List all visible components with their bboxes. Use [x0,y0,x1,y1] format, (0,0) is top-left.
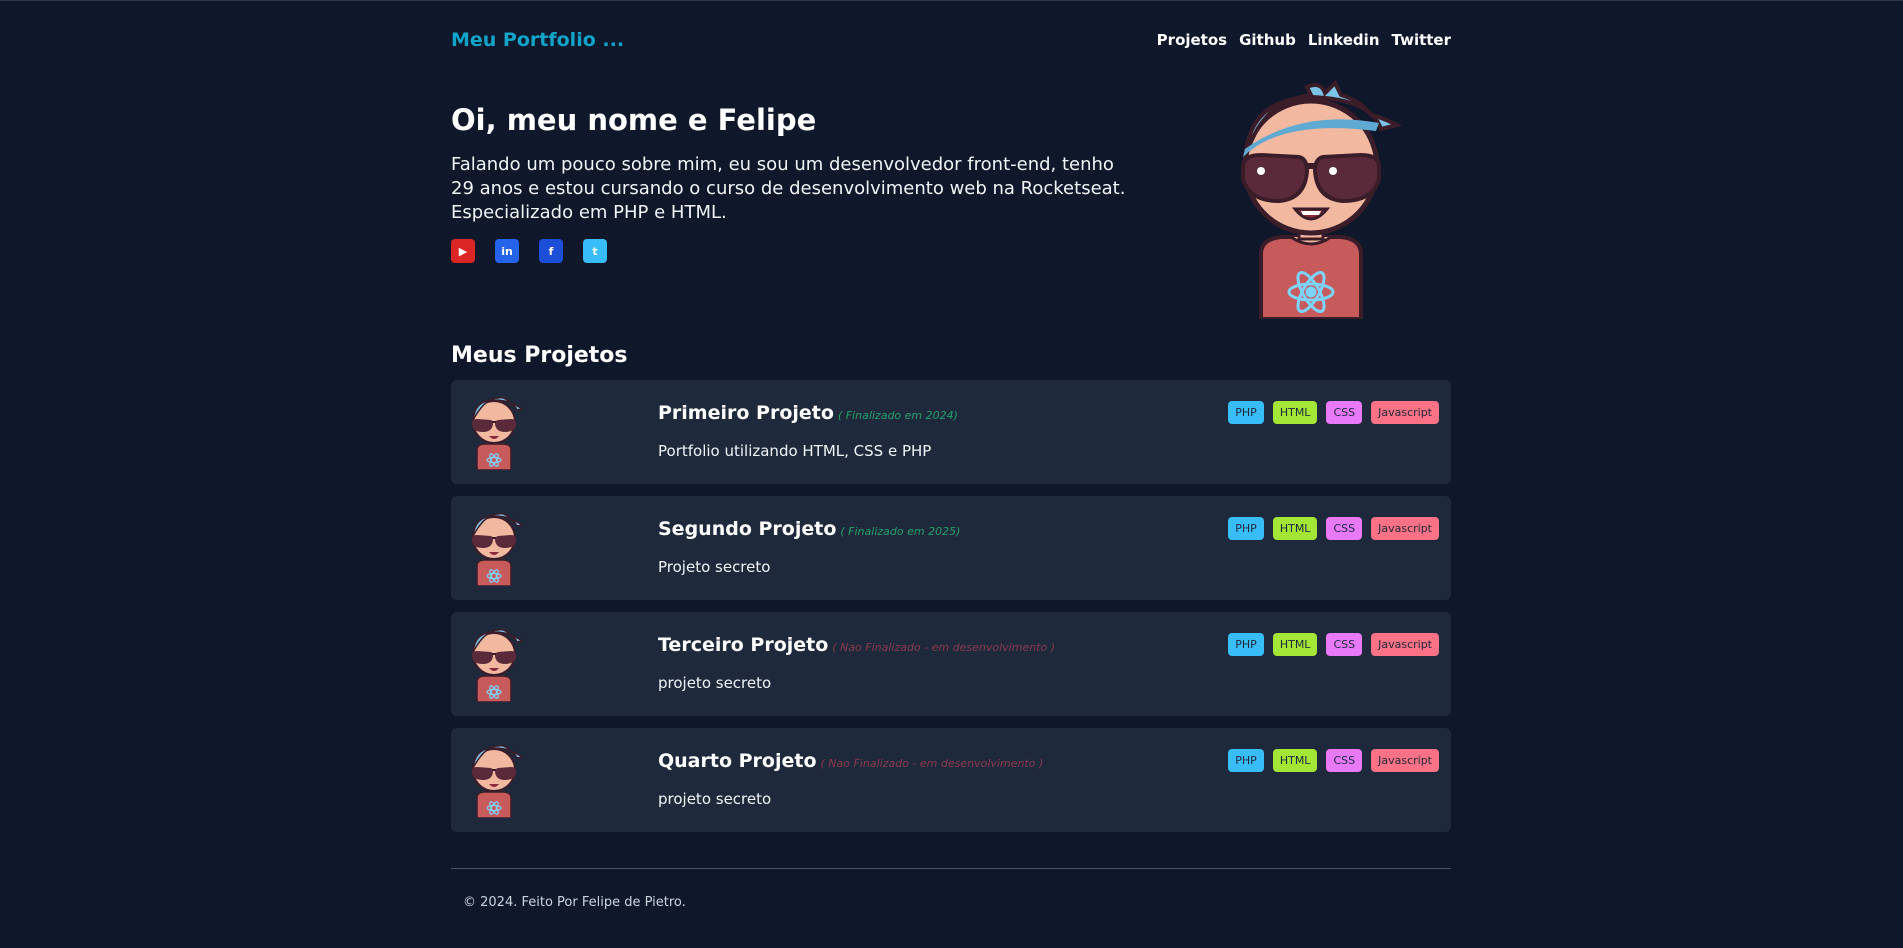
project-avatar-thumbnail [472,512,523,586]
project-description: projeto secreto [658,790,772,808]
nav-twitter-link[interactable]: Twitter [1392,31,1452,49]
linkedin-icon[interactable]: in [495,239,519,263]
nav-projetos-link[interactable]: Projetos [1157,31,1227,49]
project-title-row: Quarto Projeto( Nao Finalizado - em dese… [658,750,1043,772]
tag-html: HTML [1272,401,1318,424]
tag-html: HTML [1272,749,1318,772]
project-tags: PHP HTML CSS Javascript [1228,517,1439,540]
project-title[interactable]: Primeiro Projeto [658,402,834,424]
tag-php: PHP [1228,749,1264,772]
tag-php: PHP [1228,401,1264,424]
projects-list: Primeiro Projeto( Finalizado em 2024) Po… [451,380,1451,832]
project-title-row: Primeiro Projeto( Finalizado em 2024) [658,402,958,424]
project-description: projeto secreto [658,674,772,692]
tag-php: PHP [1228,517,1264,540]
hero-section: Oi, meu nome e Felipe Falando um pouco s… [451,79,1451,319]
brand-logo[interactable]: Meu Portfolio ... [451,29,624,51]
project-title-row: Segundo Projeto ( Finalizado em 2025) [658,518,960,540]
youtube-icon[interactable]: ▶ [451,239,475,263]
project-tags: PHP HTML CSS Javascript [1228,633,1439,656]
project-title[interactable]: Quarto Projeto [658,750,817,772]
tag-css: CSS [1326,517,1363,540]
avatar-illustration [1241,79,1401,319]
tag-css: CSS [1326,749,1363,772]
project-card[interactable]: Terceiro Projeto ( Nao Finalizado - em de… [451,612,1451,716]
tag-css: CSS [1326,401,1363,424]
project-avatar-thumbnail [472,744,523,818]
project-description: Projeto secreto [658,558,771,576]
project-avatar-thumbnail [472,396,523,470]
project-title[interactable]: Terceiro Projeto [658,634,828,656]
tag-javascript: Javascript [1371,401,1439,424]
page-container: Meu Portfolio ... Projetos Github Linked… [451,1,1451,910]
projects-heading: Meus Projetos [451,343,628,368]
project-card[interactable]: Segundo Projeto ( Finalizado em 2025) Pro… [451,496,1451,600]
footer-copyright: © 2024. Feito Por Felipe de Pietro. [463,895,686,910]
project-tags: PHP HTML CSS Javascript [1228,749,1439,772]
project-card[interactable]: Primeiro Projeto( Finalizado em 2024) Po… [451,380,1451,484]
main-nav: Projetos Github Linkedin Twitter [1157,31,1451,49]
project-description: Portfolio utilizando HTML, CSS e PHP [658,442,932,460]
project-status: ( Nao Finalizado - em desenvolvimento ) [832,641,1056,654]
project-avatar-thumbnail [472,628,523,702]
nav-linkedin-link[interactable]: Linkedin [1308,31,1380,49]
project-tags: PHP HTML CSS Javascript [1228,401,1439,424]
site-header: Meu Portfolio ... Projetos Github Linked… [451,1,1451,79]
project-title[interactable]: Segundo Projeto [658,518,836,540]
hero-description: Falando um pouco sobre mim, eu sou um de… [451,154,1126,223]
tag-javascript: Javascript [1371,517,1439,540]
tag-html: HTML [1272,633,1318,656]
tag-css: CSS [1326,633,1363,656]
project-card[interactable]: Quarto Projeto( Nao Finalizado - em dese… [451,728,1451,832]
facebook-icon[interactable]: f [539,239,563,263]
tag-javascript: Javascript [1371,749,1439,772]
project-title-row: Terceiro Projeto ( Nao Finalizado - em de… [658,634,1055,656]
site-footer: © 2024. Feito Por Felipe de Pietro. [451,868,1451,910]
tag-javascript: Javascript [1371,633,1439,656]
tag-html: HTML [1272,517,1318,540]
tag-php: PHP [1228,633,1264,656]
project-status: ( Finalizado em 2025) [840,525,961,538]
twitter-icon[interactable]: t [583,239,607,263]
project-status: ( Finalizado em 2024) [837,409,958,422]
nav-github-link[interactable]: Github [1239,31,1296,49]
project-status: ( Nao Finalizado - em desenvolvimento ) [820,757,1044,770]
